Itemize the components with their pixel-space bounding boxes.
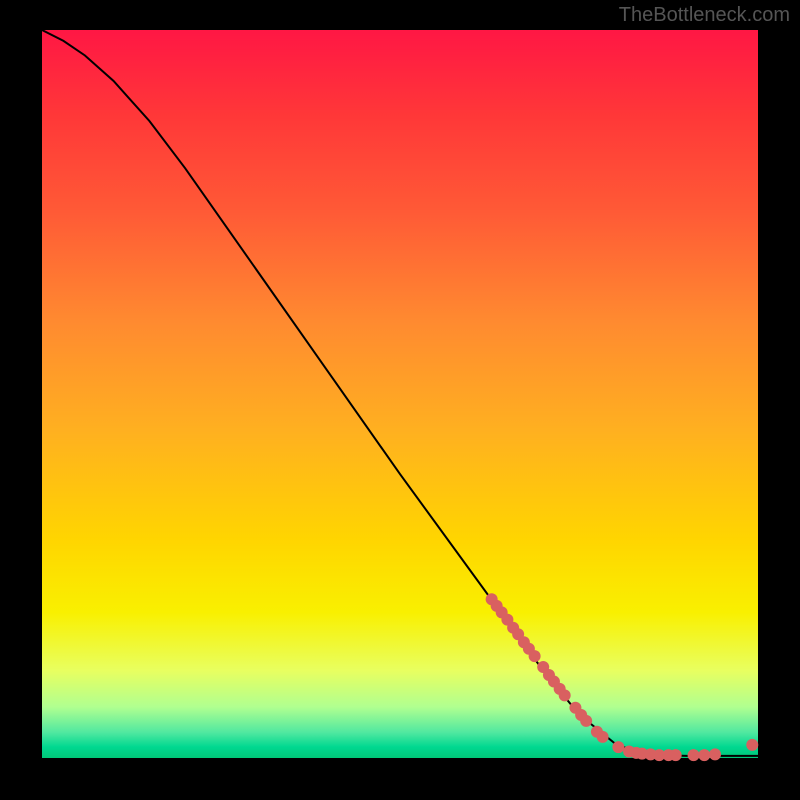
data-point <box>612 741 624 753</box>
data-point <box>698 749 710 761</box>
plot-background <box>42 30 758 758</box>
data-point <box>529 650 541 662</box>
data-point <box>746 739 758 751</box>
data-point <box>688 749 700 761</box>
data-point <box>709 748 721 760</box>
data-point <box>559 689 571 701</box>
data-point <box>580 715 592 727</box>
chart-svg <box>0 0 800 800</box>
watermark-text: TheBottleneck.com <box>619 4 790 27</box>
data-point <box>597 731 609 743</box>
bottleneck-chart: TheBottleneck.com <box>0 0 800 800</box>
data-point <box>670 749 682 761</box>
